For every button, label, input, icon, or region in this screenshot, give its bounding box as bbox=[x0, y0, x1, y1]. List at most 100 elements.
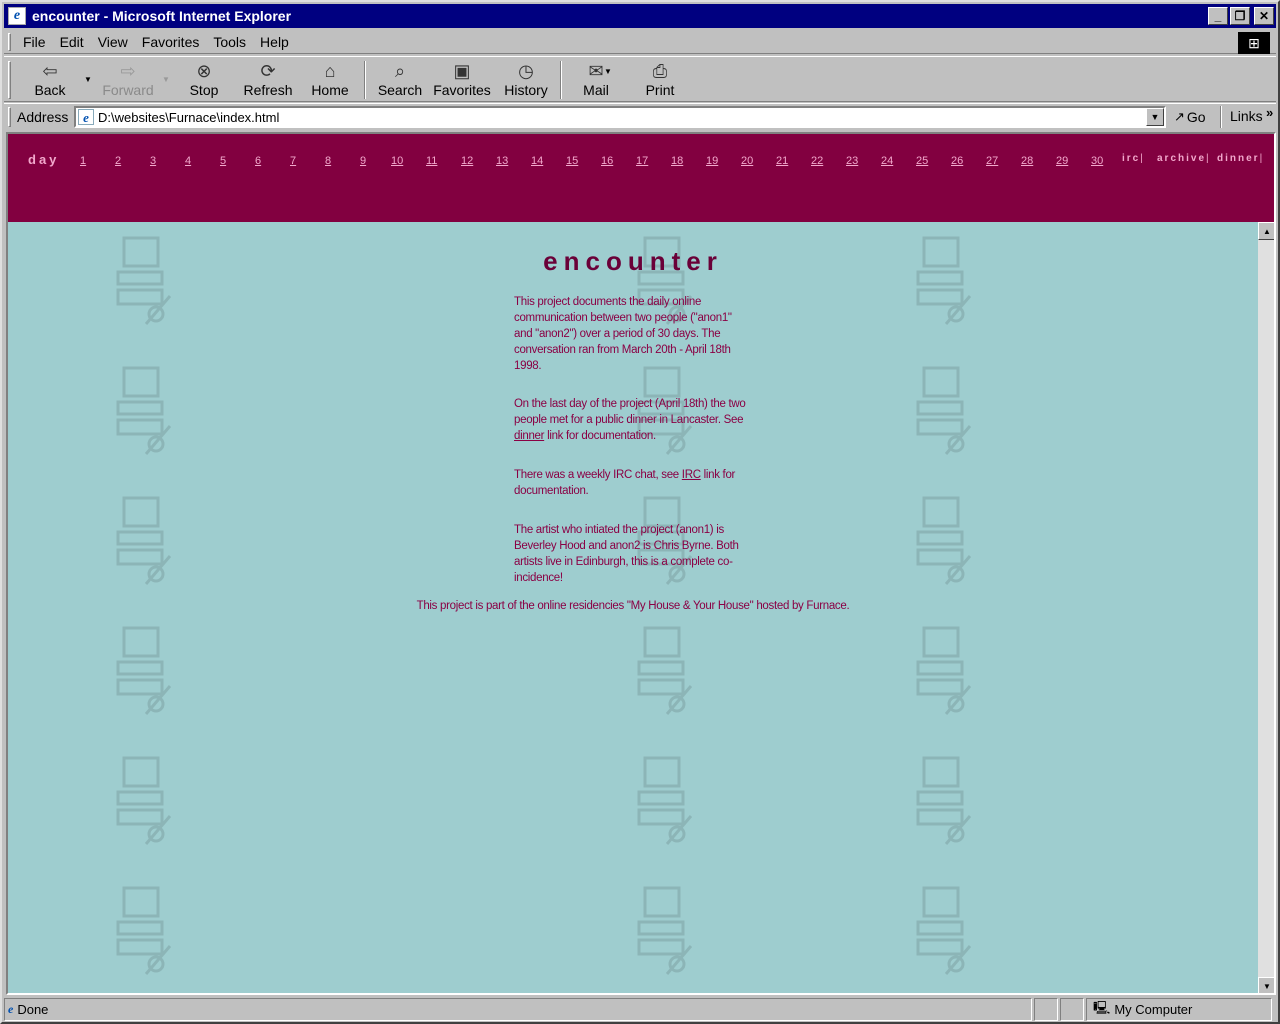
computer-watermark-icon bbox=[916, 886, 972, 975]
title-bar[interactable]: e encounter - Microsoft Internet Explore… bbox=[4, 4, 1276, 28]
scroll-up-button[interactable]: ▲ bbox=[1258, 222, 1274, 240]
day-link-24[interactable]: 24 bbox=[881, 155, 893, 167]
menu-file[interactable]: File bbox=[23, 34, 46, 50]
back-button[interactable]: ⇦ Back bbox=[30, 60, 70, 100]
windows-throbber-icon: ⊞ bbox=[1238, 32, 1270, 54]
day-link-15[interactable]: 15 bbox=[566, 155, 578, 167]
menu-bar: File Edit View Favorites Tools Help ⊞ bbox=[4, 30, 1276, 54]
refresh-icon: ⟳ bbox=[260, 61, 276, 81]
chevron-up-icon: ▲ bbox=[1263, 226, 1271, 236]
day-link-11[interactable]: 11 bbox=[426, 155, 437, 167]
day-link-9[interactable]: 9 bbox=[360, 155, 366, 167]
menubar-grip[interactable] bbox=[8, 32, 11, 51]
print-label: Print bbox=[645, 82, 675, 98]
dinner-nav-link[interactable]: dinner| bbox=[1217, 153, 1264, 164]
address-input[interactable]: e D:\websites\Furnace\index.html ▼ bbox=[74, 106, 1166, 128]
home-button[interactable]: ⌂ Home bbox=[308, 60, 352, 100]
day-link-20[interactable]: 20 bbox=[741, 155, 753, 167]
search-button[interactable]: ⌕ Search bbox=[376, 60, 424, 100]
day-link-5[interactable]: 5 bbox=[220, 155, 226, 167]
mail-button[interactable]: ✉ Mail bbox=[578, 60, 614, 100]
stop-button[interactable]: ⊗ Stop bbox=[186, 60, 222, 100]
toolbar-grip[interactable] bbox=[8, 61, 11, 99]
restore-icon: ❐ bbox=[1234, 9, 1246, 23]
day-link-6[interactable]: 6 bbox=[255, 155, 261, 167]
menu-edit[interactable]: Edit bbox=[60, 34, 84, 50]
computer-watermark-icon bbox=[637, 626, 693, 715]
mail-dropdown-icon[interactable]: ▼ bbox=[604, 67, 612, 76]
menu-tools[interactable]: Tools bbox=[213, 34, 246, 50]
mail-icon: ✉ bbox=[588, 61, 604, 81]
window-title: encounter - Microsoft Internet Explorer bbox=[32, 8, 292, 24]
links-button[interactable]: Links bbox=[1230, 108, 1263, 124]
chevron-right-icon[interactable]: » bbox=[1266, 105, 1273, 120]
search-label: Search bbox=[377, 82, 423, 98]
day-link-29[interactable]: 29 bbox=[1056, 155, 1068, 167]
history-button[interactable]: ◷ History bbox=[502, 60, 550, 100]
menu-help[interactable]: Help bbox=[260, 34, 289, 50]
page-status-icon: e bbox=[8, 1002, 14, 1016]
day-link-18[interactable]: 18 bbox=[671, 155, 683, 167]
favorites-button[interactable]: ▣ Favorites bbox=[432, 60, 492, 100]
irc-link[interactable]: irc| bbox=[1122, 153, 1145, 164]
day-link-30[interactable]: 30 bbox=[1091, 155, 1103, 167]
addressbar-grip[interactable] bbox=[8, 106, 11, 127]
forward-button[interactable]: ⇨ Forward bbox=[100, 60, 156, 100]
day-link-26[interactable]: 26 bbox=[951, 155, 963, 167]
caption-buttons: _ ❐ ✕ bbox=[1206, 7, 1274, 25]
day-link-27[interactable]: 27 bbox=[986, 155, 998, 167]
artists-paragraph: The artist who intiated the project (ano… bbox=[514, 524, 739, 584]
day-link-12[interactable]: 12 bbox=[461, 155, 473, 167]
day-link-17[interactable]: 17 bbox=[636, 155, 648, 167]
day-link-3[interactable]: 3 bbox=[150, 155, 156, 167]
history-icon: ◷ bbox=[518, 61, 534, 81]
day-link-16[interactable]: 16 bbox=[601, 155, 613, 167]
day-link-1[interactable]: 1 bbox=[80, 155, 86, 167]
irc-label: irc bbox=[1122, 153, 1141, 164]
day-link-19[interactable]: 19 bbox=[706, 155, 718, 167]
day-link-10[interactable]: 10 bbox=[391, 155, 403, 167]
print-button[interactable]: ⎙ Print bbox=[642, 60, 678, 100]
computer-watermark-icon bbox=[116, 496, 172, 585]
day-link-23[interactable]: 23 bbox=[846, 155, 858, 167]
day-label: day bbox=[28, 152, 60, 167]
back-dropdown-icon[interactable]: ▼ bbox=[84, 75, 92, 84]
page-viewport: day 1 2 3 4 5 6 7 8 9 10 11 12 13 14 15 16 17 18 19 20 21 22 2… bbox=[6, 132, 1276, 995]
search-icon: ⌕ bbox=[394, 61, 406, 81]
day-link-22[interactable]: 22 bbox=[811, 155, 823, 167]
computer-watermark-icon bbox=[916, 626, 972, 715]
scroll-down-button[interactable]: ▼ bbox=[1258, 977, 1274, 993]
vertical-scrollbar[interactable]: ▲ ▼ bbox=[1258, 222, 1274, 993]
menu-favorites[interactable]: Favorites bbox=[142, 34, 200, 50]
chevron-down-icon: ▼ bbox=[1150, 112, 1160, 122]
irc-link-inline[interactable]: IRC bbox=[682, 469, 701, 481]
address-dropdown-button[interactable]: ▼ bbox=[1146, 108, 1164, 126]
home-icon: ⌂ bbox=[324, 61, 336, 81]
day-link-2[interactable]: 2 bbox=[115, 155, 121, 167]
computer-watermark-icon bbox=[116, 886, 172, 975]
archive-link[interactable]: archive| bbox=[1157, 153, 1211, 164]
day-link-25[interactable]: 25 bbox=[916, 155, 928, 167]
day-link-28[interactable]: 28 bbox=[1021, 155, 1033, 167]
day-link-4[interactable]: 4 bbox=[185, 155, 191, 167]
toolbar-separator bbox=[560, 61, 562, 99]
refresh-button[interactable]: ⟳ Refresh bbox=[242, 60, 294, 100]
minimize-button[interactable]: _ bbox=[1208, 7, 1228, 25]
maximize-button[interactable]: ❐ bbox=[1230, 7, 1250, 25]
address-bar: Address e D:\websites\Furnace\index.html… bbox=[4, 103, 1276, 129]
day-link-8[interactable]: 8 bbox=[325, 155, 331, 167]
favorites-label: Favorites bbox=[433, 82, 491, 98]
day-link-13[interactable]: 13 bbox=[496, 155, 508, 167]
dinner-label: dinner bbox=[1217, 153, 1260, 164]
day-link-14[interactable]: 14 bbox=[531, 155, 543, 167]
forward-dropdown-icon[interactable]: ▼ bbox=[162, 75, 170, 84]
menu-view[interactable]: View bbox=[98, 34, 128, 50]
close-button[interactable]: ✕ bbox=[1254, 7, 1274, 25]
day-link-21[interactable]: 21 bbox=[776, 155, 788, 167]
computer-watermark-icon bbox=[637, 886, 693, 975]
dinner-link[interactable]: dinner bbox=[514, 430, 544, 442]
day-link-7[interactable]: 7 bbox=[290, 155, 296, 167]
stop-icon: ⊗ bbox=[196, 61, 212, 81]
go-button[interactable]: ↗ Go bbox=[1174, 107, 1206, 127]
close-icon: ✕ bbox=[1258, 9, 1270, 23]
